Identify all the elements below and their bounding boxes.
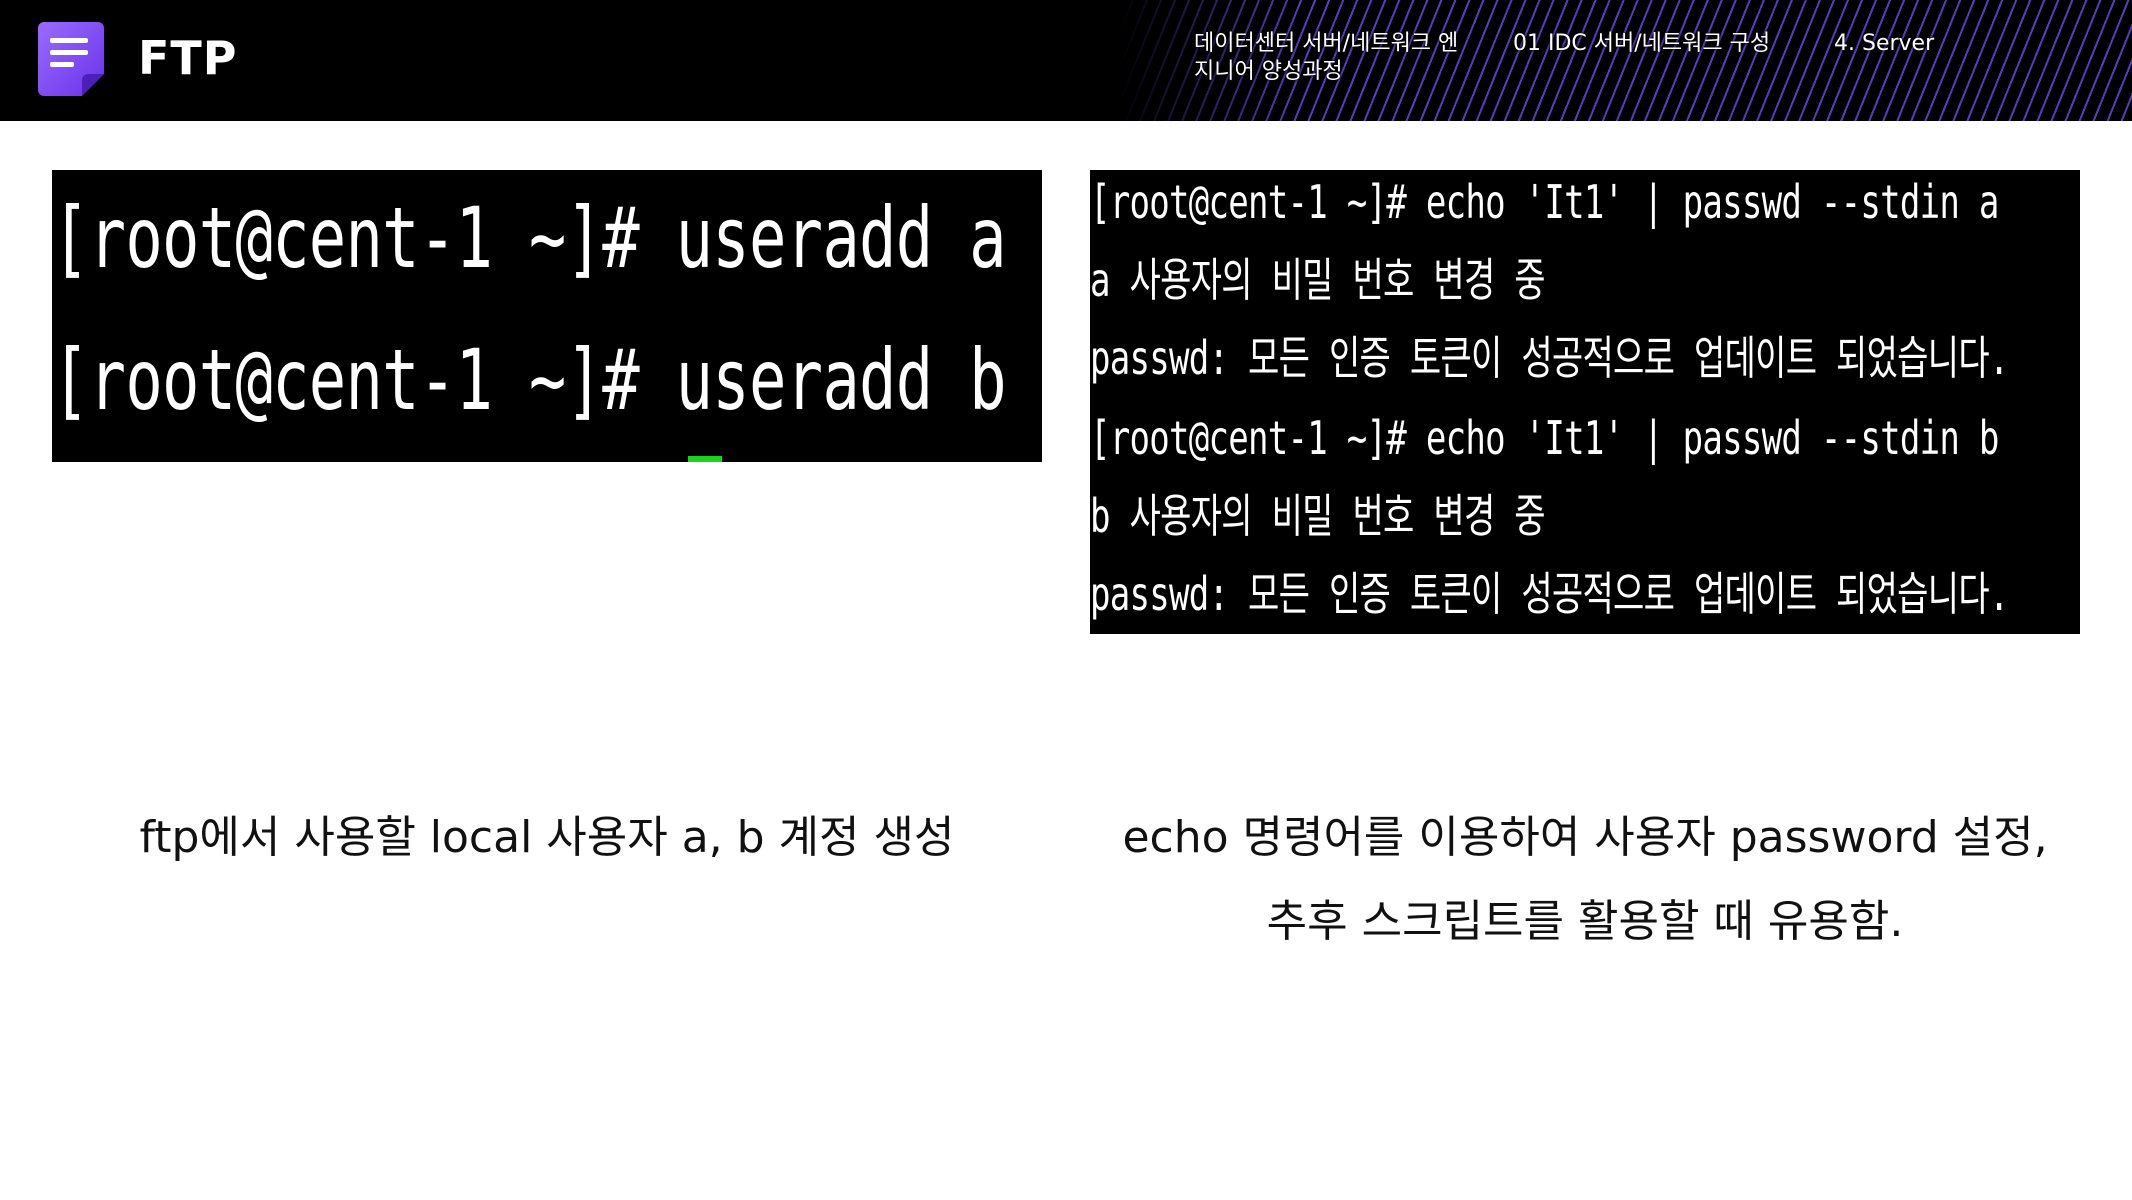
caption-passwd-line-1: echo 명령어를 이용하여 사용자 password 설정,: [1122, 812, 2048, 863]
caption-useradd: ftp에서 사용할 local 사용자 a, b 계정 생성: [139, 812, 955, 863]
terminal-line: [root@cent-1 ~]# useradd b: [52, 331, 1007, 429]
caption-passwd: echo 명령어를 이용하여 사용자 password 설정, 추후 스크립트를…: [1090, 796, 2080, 964]
terminal-line: [root@cent-1 ~]# echo 'It1' | passwd --s…: [1090, 175, 1999, 229]
page-title: FTP: [138, 31, 238, 85]
document-icon: [38, 22, 104, 96]
breadcrumb-module[interactable]: 01 IDC 서버/네트워크 구성: [1513, 30, 1783, 58]
breadcrumb-course[interactable]: 데이터센터 서버/네트워크 엔지니어 양성과정: [1194, 30, 1474, 86]
top-header-bar: FTP 데이터센터 서버/네트워크 엔지니어 양성과정 01 IDC 서버/네트…: [0, 0, 2132, 121]
terminal-screenshot-useradd: [root@cent-1 ~]# useradd a [root@cent-1 …: [52, 170, 1042, 462]
terminal-screenshot-passwd: [root@cent-1 ~]# echo 'It1' | passwd --s…: [1090, 170, 2080, 634]
terminal-line: passwd: 모든 인증 토큰이 성공적으로 업데이트 되었습니다.: [1090, 567, 2009, 621]
caption-passwd-line-2: 추후 스크립트를 활용할 때 유용함.: [1266, 896, 1904, 947]
breadcrumb-section[interactable]: 4. Server: [1834, 30, 2034, 58]
terminal-line: [root@cent-1 ~]# echo 'It1' | passwd --s…: [1090, 411, 1999, 465]
terminal-line: a 사용자의 비밀 번호 변경 중: [1090, 253, 1546, 307]
terminal-line: passwd: 모든 인증 토큰이 성공적으로 업데이트 되었습니다.: [1090, 331, 2009, 385]
terminal-line: b 사용자의 비밀 번호 변경 중: [1090, 489, 1546, 543]
terminal-line: [root@cent-1 ~]# useradd a: [52, 189, 1007, 287]
terminal-cursor: [688, 456, 722, 462]
